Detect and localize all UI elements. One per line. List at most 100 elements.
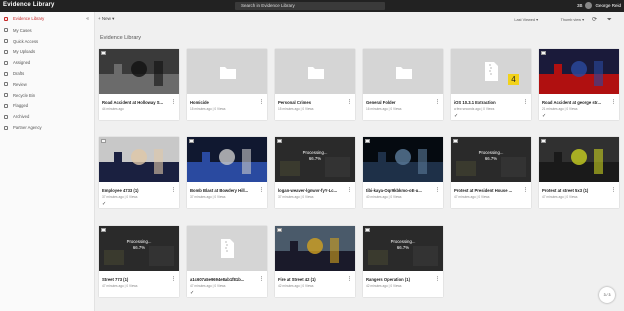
card-thumbnail[interactable] (363, 49, 443, 94)
card-thumbnail[interactable] (99, 137, 179, 182)
sidebar-item-review[interactable]: Review (0, 79, 94, 90)
new-button[interactable]: + New ▾ (98, 16, 114, 22)
card-thumbnail[interactable] (275, 49, 355, 94)
card-thumbnail[interactable] (539, 49, 619, 94)
scroll-to-top-button[interactable]: 3 / 3 (599, 287, 615, 303)
card-title[interactable]: Protest at street 5x3 (1) (542, 188, 610, 193)
evidence-card[interactable]: Processing... 66.7% logan-weaver-lgnwvr-fy… (275, 137, 355, 208)
more-options-icon[interactable]: ⋮ (259, 277, 264, 282)
card-thumbnail[interactable] (99, 49, 179, 94)
card-thumbnail[interactable] (539, 137, 619, 182)
card-title[interactable]: Road Accident at Holloway S... (102, 100, 170, 105)
card-thumbnail[interactable] (363, 137, 443, 182)
card-thumbnail[interactable]: Processing... 66.7% (363, 226, 443, 271)
card-title[interactable]: Road Accident at george str... (542, 100, 610, 105)
evidence-card[interactable]: Employee 4733 (1) ⋮ 37 minutes ago | 0 Vie… (99, 137, 179, 208)
card-title[interactable]: Protest at President House ... (454, 188, 522, 193)
sidebar-item-cases[interactable]: My Cases (0, 25, 94, 36)
card-meta: 37 minutes ago | 0 Views (278, 195, 314, 199)
sidebar-item-archive[interactable]: Archived (0, 111, 94, 122)
evidence-card[interactable]: Road Accident at george str... ⋮ 21 minute… (539, 49, 619, 120)
card-title[interactable]: iOS 10.3.1 Extraction (454, 100, 522, 105)
sort-select[interactable]: Last Viewed ▾ (514, 17, 538, 22)
view-label: Thumb view (560, 18, 582, 22)
card-thumbnail[interactable] (275, 226, 355, 271)
more-options-icon[interactable]: ⋮ (171, 100, 176, 105)
sidebar-item-flag[interactable]: Flagged (0, 101, 94, 112)
card-title[interactable]: a1c607a5e9694e8ab1f81b... (190, 277, 258, 282)
evidence-card[interactable]: General Folder ⋮ 16 minutes ago | 0 Views (363, 49, 443, 120)
card-title[interactable]: Rangers Operation (1) (366, 277, 434, 282)
card-title[interactable]: General Folder (366, 100, 434, 105)
card-thumbnail[interactable] (187, 226, 267, 271)
more-options-icon[interactable]: ⋮ (435, 100, 440, 105)
media-type-icon (453, 139, 458, 143)
more-options-icon[interactable]: ⋮ (347, 100, 352, 105)
more-options-icon[interactable]: ⋮ (611, 188, 616, 193)
sidebar-item-evidence[interactable]: Evidence Library (0, 12, 94, 25)
sidebar-item-assigned[interactable]: Assigned (0, 57, 94, 68)
sidebar-item-quick-access[interactable]: Quick Access (0, 36, 94, 47)
more-options-icon[interactable]: ⋮ (523, 100, 528, 105)
more-options-icon[interactable]: ⋮ (435, 277, 440, 282)
media-type-icon (189, 139, 194, 143)
filter-icon[interactable]: ⏷ (607, 17, 613, 23)
card-thumbnail[interactable]: Processing... 66.7% (99, 226, 179, 271)
more-options-icon[interactable]: ⋮ (435, 188, 440, 193)
card-thumbnail[interactable]: Processing... 66.7% (275, 137, 355, 182)
more-options-icon[interactable]: ⋮ (171, 188, 176, 193)
sidebar-item-label: Assigned (13, 60, 31, 66)
evidence-card[interactable]: Processing... 66.7% Rangers Operation (1) ⋮… (363, 226, 443, 297)
quick-access-icon (4, 39, 8, 44)
evidence-card[interactable]: Homicide ⋮ 15 minutes ago | 0 Views (187, 49, 267, 120)
more-options-icon[interactable]: ⋮ (259, 188, 264, 193)
sidebar-item-upload[interactable]: My Uploads (0, 47, 94, 58)
evidence-card[interactable]: Processing... 66.7% Street 773 (1) ⋮ 47 minu… (99, 226, 179, 297)
sidebar-item-label: Evidence Library (13, 16, 45, 21)
more-options-icon[interactable]: ⋮ (611, 100, 616, 105)
avatar[interactable] (585, 2, 593, 9)
collapse-sidebar-icon[interactable]: « (86, 16, 89, 22)
evidence-card[interactable]: Fire at Street 42 (1) ⋮ 42 minutes ago | 0… (275, 226, 355, 297)
processing-percent: 66.7% (308, 156, 322, 161)
refresh-icon[interactable]: ⟳ (592, 17, 598, 23)
card-title[interactable]: Bomb Blast at Bowdery Hill... (190, 188, 258, 193)
media-type-icon (365, 228, 370, 232)
card-meta: 44 minutes ago (102, 107, 124, 111)
evidence-card[interactable]: Protest at street 5x3 (1) ⋮ 47 minutes ago… (539, 137, 619, 208)
user-menu[interactable]: 3B George Reid (577, 2, 621, 9)
evidence-card[interactable]: Processing... 66.7% Protest at President H… (451, 137, 531, 208)
search-input[interactable]: Search in Evidence Library (235, 2, 385, 10)
more-options-icon[interactable]: ⋮ (347, 277, 352, 282)
card-meta: 16 minutes ago | 0 Views (366, 107, 402, 111)
more-options-icon[interactable]: ⋮ (523, 188, 528, 193)
card-title[interactable]: Fire at Street 42 (1) (278, 277, 346, 282)
evidence-card[interactable]: Personal Crimes ⋮ 15 minutes ago | 0 Views (275, 49, 355, 120)
sidebar-item-drafts[interactable]: Drafts (0, 68, 94, 79)
view-select[interactable]: Thumb view ▾ (561, 17, 584, 22)
card-title[interactable]: logan-weaver-lgnwvr-fyY-Lc... (278, 188, 346, 193)
sidebar-item-partner[interactable]: Partner Agency (0, 122, 94, 133)
app-logo[interactable]: Evidence Library (3, 2, 55, 8)
sidebar-item-recycle-bin[interactable]: Recycle Bin (0, 90, 94, 101)
card-title[interactable]: Homicide (190, 100, 258, 105)
card-title[interactable]: Personal Crimes (278, 100, 346, 105)
processing-overlay: Processing... 66.7% (99, 239, 179, 251)
card-thumbnail[interactable]: 4 (451, 49, 531, 94)
evidence-card[interactable]: tibi-kaya-Oqr9kbkmo-oE-u... ⋮ 40 minutes a… (363, 137, 443, 208)
more-options-icon[interactable]: ⋮ (347, 188, 352, 193)
card-thumbnail[interactable] (187, 49, 267, 94)
evidence-card[interactable]: a1c607a5e9694e8ab1f81b... ⋮ 47 minutes ago… (187, 226, 267, 297)
card-meta: a few seconds ago | 0 Views (454, 107, 495, 111)
card-title[interactable]: Street 773 (1) (102, 277, 170, 282)
card-thumbnail[interactable] (187, 137, 267, 182)
media-type-icon (277, 228, 282, 232)
evidence-card[interactable]: Bomb Blast at Bowdery Hill... ⋮ 37 minutes… (187, 137, 267, 208)
card-title[interactable]: Employee 4733 (1) (102, 188, 170, 193)
evidence-card[interactable]: Road Accident at Holloway S... ⋮ 44 minute… (99, 49, 179, 120)
more-options-icon[interactable]: ⋮ (259, 100, 264, 105)
more-options-icon[interactable]: ⋮ (171, 277, 176, 282)
card-title[interactable]: tibi-kaya-Oqr9kbkmo-oE-u... (366, 188, 434, 193)
card-thumbnail[interactable]: Processing... 66.7% (451, 137, 531, 182)
evidence-card[interactable]: 4 iOS 10.3.1 Extraction ⋮ a few seconds ago… (451, 49, 531, 120)
